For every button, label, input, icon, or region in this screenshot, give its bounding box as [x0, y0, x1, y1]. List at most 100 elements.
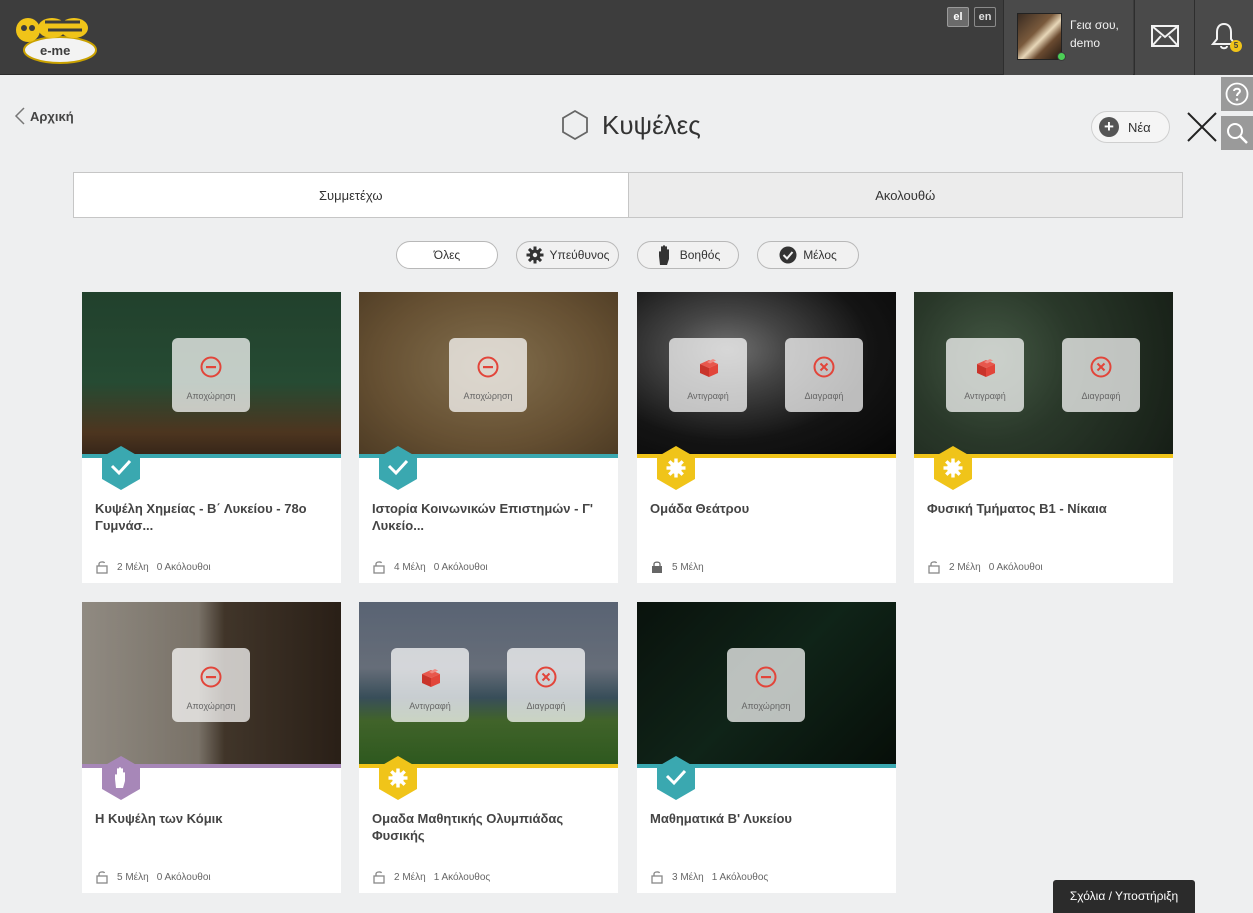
filter-assistant-label: Βοηθός — [679, 248, 721, 262]
lock-open-icon — [928, 561, 940, 574]
hive-cover-image[interactable]: Αποχώρηση — [82, 292, 341, 457]
hive-title[interactable]: Φυσική Τμήματος Β1 - Νίκαια — [927, 500, 1159, 517]
role-badge — [99, 444, 143, 492]
hive-card[interactable]: Αντιγραφή Διαγραφή Φυσική Τμήματος Β1 - Ν… — [914, 292, 1173, 583]
online-status-icon — [1057, 52, 1066, 61]
lang-el-button[interactable]: el — [947, 7, 969, 27]
search-icon — [1227, 123, 1248, 144]
new-hive-button[interactable]: + Νέα — [1091, 111, 1170, 143]
delete-button[interactable]: Διαγραφή — [1062, 338, 1140, 412]
copy-label: Αντιγραφή — [964, 391, 1006, 401]
hive-card[interactable]: Αποχώρηση Ιστορία Κοινωνικών Επιστημών -… — [359, 292, 618, 583]
members-count: 5 Μέλη — [672, 561, 704, 573]
gear-icon — [526, 246, 544, 264]
delete-button[interactable]: Διαγραφή — [785, 338, 863, 412]
members-count: 4 Μέλη — [394, 561, 426, 573]
search-button[interactable] — [1221, 116, 1253, 150]
hive-card[interactable]: Αντιγραφή Διαγραφή Ομαδα Μαθητικής Ολυμπι… — [359, 602, 618, 893]
notifications-button[interactable]: 5 — [1194, 0, 1253, 75]
copy-button[interactable]: Αντιγραφή — [946, 338, 1024, 412]
hive-title[interactable]: Κυψέλη Χημείας - Β΄ Λυκείου - 78ο Γυμνάσ… — [95, 500, 327, 534]
hive-title[interactable]: Η Κυψέλη των Κόμικ — [95, 810, 327, 827]
new-hive-label: Νέα — [1128, 119, 1151, 135]
delete-label: Διαγραφή — [526, 701, 566, 711]
leave-icon — [755, 666, 777, 688]
followers-count: 0 Ακόλουθοι — [156, 561, 211, 573]
followers-count: 1 Ακόλουθος — [711, 871, 769, 883]
followers-count: 0 Ακόλουθοι — [433, 561, 488, 573]
role-badge — [654, 444, 698, 492]
check-icon — [379, 446, 417, 490]
leave-button[interactable]: Αποχώρηση — [172, 648, 250, 722]
logo-text: e-me — [40, 43, 70, 58]
hive-stats: 4 Μέλη 0 Ακόλουθοι — [372, 560, 488, 574]
hive-card[interactable]: Αποχώρηση Μαθηματικά Β' Λυκείου 3 Μέλη 1… — [637, 602, 896, 893]
leave-label: Αποχώρηση — [186, 701, 236, 711]
lock-closed-icon — [652, 561, 662, 573]
e-me-logo[interactable]: e-me — [10, 8, 100, 68]
leave-icon — [200, 356, 222, 378]
lock-open-icon — [96, 871, 108, 884]
gear-icon — [934, 446, 972, 490]
members-count: 2 Μέλη — [949, 561, 981, 573]
hive-cover-image[interactable]: Αντιγραφή Διαγραφή — [359, 602, 618, 767]
lock-open-icon — [373, 871, 385, 884]
copy-button[interactable]: Αντιγραφή — [669, 338, 747, 412]
gear-icon — [379, 756, 417, 800]
lock-open-icon — [96, 561, 108, 574]
hive-title[interactable]: Ομάδα Θεάτρου — [650, 500, 882, 517]
followers-count: 0 Ακόλουθοι — [156, 871, 211, 883]
messages-button[interactable] — [1134, 0, 1194, 75]
hive-stats: 5 Μέλη 0 Ακόλουθοι — [95, 870, 211, 884]
hive-card[interactable]: Αποχώρηση Κυψέλη Χημείας - Β΄ Λυκείου - … — [82, 292, 341, 583]
delete-icon — [535, 666, 557, 688]
leave-button[interactable]: Αποχώρηση — [727, 648, 805, 722]
copy-icon — [977, 359, 995, 377]
participation-tabs: Συμμετέχω Ακολουθώ — [73, 172, 1183, 218]
filter-member-label: Μέλος — [803, 248, 837, 262]
back-link[interactable]: Αρχική — [14, 105, 74, 127]
hive-title[interactable]: Ιστορία Κοινωνικών Επιστημών - Γ' Λυκείο… — [372, 500, 604, 534]
delete-button[interactable]: Διαγραφή — [507, 648, 585, 722]
filter-all[interactable]: Όλες — [396, 241, 498, 269]
delete-label: Διαγραφή — [804, 391, 844, 401]
feedback-button[interactable]: Σχόλια / Υποστήριξη — [1053, 880, 1195, 913]
hexagon-icon — [562, 109, 588, 141]
hive-cover-image[interactable]: Αντιγραφή Διαγραφή — [914, 292, 1173, 457]
role-badge — [376, 444, 420, 492]
gear-icon — [657, 446, 695, 490]
members-count: 2 Μέλη — [117, 561, 149, 573]
hive-stats: 5 Μέλη — [650, 560, 712, 574]
username-text: demo — [1070, 36, 1101, 50]
hive-title[interactable]: Μαθηματικά Β' Λυκείου — [650, 810, 882, 827]
hive-cover-image[interactable]: Αντιγραφή Διαγραφή — [637, 292, 896, 457]
filter-member[interactable]: Μέλος — [757, 241, 859, 269]
copy-icon — [422, 669, 440, 687]
filter-owner[interactable]: Υπεύθυνος — [516, 241, 619, 269]
lang-en-button[interactable]: en — [974, 7, 996, 27]
hive-title[interactable]: Ομαδα Μαθητικής Ολυμπιάδας Φυσικής — [372, 810, 604, 844]
hive-cover-image[interactable]: Αποχώρηση — [359, 292, 618, 457]
role-badge — [931, 444, 975, 492]
tab-participate[interactable]: Συμμετέχω — [74, 173, 628, 217]
hive-cover-image[interactable]: Αποχώρηση — [82, 602, 341, 767]
copy-button[interactable]: Αντιγραφή — [391, 648, 469, 722]
hive-card[interactable]: Αποχώρηση Η Κυψέλη των Κόμικ 5 Μέλη 0 Ακ… — [82, 602, 341, 893]
user-menu[interactable]: Γεια σου, demo — [1003, 0, 1133, 75]
filter-owner-label: Υπεύθυνος — [549, 248, 610, 262]
leave-button[interactable]: Αποχώρηση — [172, 338, 250, 412]
role-badge — [654, 754, 698, 802]
role-badge — [99, 754, 143, 802]
filter-assistant[interactable]: Βοηθός — [637, 241, 739, 269]
hive-card[interactable]: Αντιγραφή Διαγραφή Ομάδα Θεάτρου 5 Μέλη — [637, 292, 896, 583]
close-icon[interactable] — [1186, 111, 1218, 143]
hive-cover-image[interactable]: Αποχώρηση — [637, 602, 896, 767]
tab-follow[interactable]: Ακολουθώ — [627, 173, 1182, 217]
top-bar: e-me el en Γεια σου, demo 5 — [0, 0, 1253, 75]
help-button[interactable] — [1221, 77, 1253, 111]
leave-button[interactable]: Αποχώρηση — [449, 338, 527, 412]
members-count: 5 Μέλη — [117, 871, 149, 883]
copy-label: Αντιγραφή — [409, 701, 451, 711]
check-circle-icon — [779, 246, 797, 264]
plus-icon: + — [1099, 117, 1119, 137]
